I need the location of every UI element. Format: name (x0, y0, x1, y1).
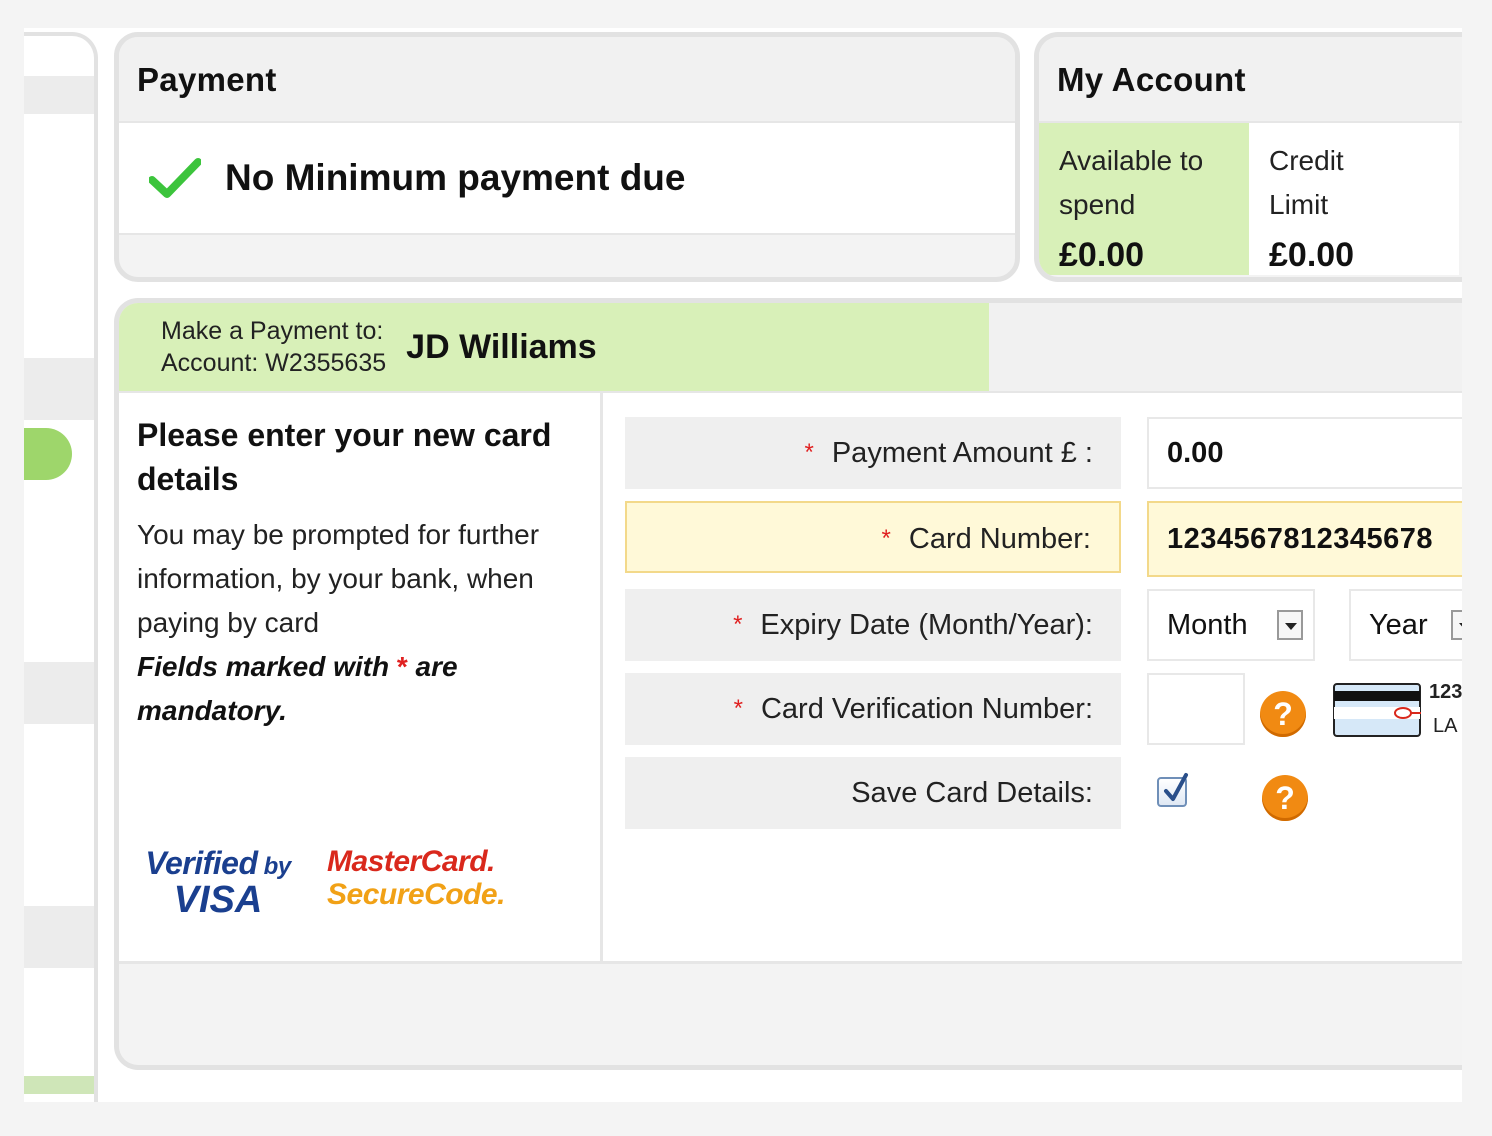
card-number-label-text: Card Number: (908, 523, 1091, 555)
required-marker: * (396, 651, 408, 682)
nav-active-pill[interactable] (24, 428, 72, 480)
mastercard-securecode-logo: MasterCard. SecureCode. (327, 845, 505, 911)
nav-footer (24, 1076, 94, 1094)
nav-band (24, 358, 94, 420)
dropdown-arrow-icon[interactable] (1277, 610, 1303, 640)
expiry-month-value: Month (1167, 608, 1248, 641)
payment-amount-label-text: Payment Amount £ : (831, 437, 1093, 469)
cvv-card-caption: LA (1433, 715, 1458, 737)
expiry-date-label-text: Expiry Date (Month/Year): (760, 609, 1093, 641)
card-details-heading: Please enter your new card details (137, 417, 552, 497)
account-number: Account: W2355635 (161, 349, 387, 377)
card-fields: * Payment Amount £ : 0.00 * Card Number: 1… (603, 393, 1462, 961)
expiry-date-label: * Expiry Date (Month/Year): (625, 589, 1121, 661)
nav-band (24, 76, 94, 114)
left-navigation-panel (24, 32, 98, 1102)
merchant-bar-filler (989, 303, 1462, 391)
merchant-labels: Make a Payment to: Account: W2355635 (161, 315, 386, 379)
payment-panel-title: Payment (119, 37, 1015, 123)
form-footer (119, 961, 1462, 1061)
payment-panel: Payment No Minimum payment due (114, 32, 1020, 282)
visa-text: VISA (173, 879, 263, 921)
cvv-label-text: Card Verification Number: (760, 693, 1093, 725)
card-form-area: Please enter your new card details You m… (119, 391, 1462, 961)
expiry-year-value: Year (1369, 608, 1428, 641)
cvv-help-icon[interactable]: ? (1260, 691, 1306, 737)
available-value: £0.00 (1059, 236, 1145, 274)
mastercard-text: MasterCard. (327, 845, 495, 878)
mandatory-prefix: Fields marked with (137, 651, 390, 682)
merchant-name: JD Williams (406, 327, 597, 366)
payment-page: Payment No Minimum payment due My Accoun… (24, 28, 1462, 1102)
merchant-info: Make a Payment to: Account: W2355635 JD … (119, 303, 989, 391)
card-number-input[interactable]: 1234567812345678 (1147, 501, 1462, 577)
dropdown-arrow-icon[interactable] (1451, 610, 1462, 640)
bank-prompt-note: You may be prompted for further informat… (137, 519, 540, 638)
cvv-input[interactable] (1147, 673, 1245, 745)
merchant-bar: Make a Payment to: Account: W2355635 JD … (119, 303, 1462, 391)
card-cvv-icon (1333, 683, 1421, 737)
make-payment-panel: Make a Payment to: Account: W2355635 JD … (114, 298, 1462, 1070)
mandatory-note: Fields marked with * are mandatory. (137, 645, 577, 733)
checkbox-checked-icon (1164, 773, 1188, 801)
cvv-card-digits: 123 (1429, 681, 1462, 703)
cvv-label: * Card Verification Number: (625, 673, 1121, 745)
nav-band (24, 906, 94, 968)
save-card-label: Save Card Details: (625, 757, 1121, 829)
make-payment-label: Make a Payment to: (161, 317, 384, 345)
expiry-month-select[interactable]: Month (1147, 589, 1315, 661)
my-account-title: My Account (1039, 37, 1462, 123)
payment-amount-input[interactable]: 0.00 (1147, 417, 1462, 489)
credit-label: Credit Limit (1269, 145, 1344, 220)
credit-value: £0.00 (1269, 236, 1355, 274)
visa-by-text: by (263, 853, 292, 880)
credit-limit: Credit Limit £0.00 (1249, 123, 1459, 275)
visa-verified-text: Verified (145, 845, 258, 881)
securecode-text: SecureCode. (327, 878, 505, 911)
account-summary: Available to spend £0.00 Credit Limit £0… (1039, 123, 1462, 275)
card-number-label: * Card Number: (625, 501, 1121, 573)
nav-band (24, 662, 94, 724)
required-marker: * (733, 695, 743, 722)
my-account-panel: My Account Available to spend £0.00 Cred… (1034, 32, 1462, 282)
save-card-checkbox[interactable] (1157, 773, 1188, 807)
available-to-spend: Available to spend £0.00 (1039, 123, 1249, 275)
available-label: Available to spend (1059, 145, 1204, 220)
expiry-year-select[interactable]: Year (1349, 589, 1462, 661)
card-instructions: Please enter your new card details You m… (119, 393, 603, 961)
verified-by-visa-logo: Verified by VISA (143, 845, 293, 921)
required-marker: * (804, 439, 814, 466)
save-card-help-icon[interactable]: ? (1262, 775, 1308, 821)
required-marker: * (733, 611, 743, 638)
payment-status-row: No Minimum payment due (119, 123, 1015, 235)
payment-status-text: No Minimum payment due (225, 157, 686, 198)
required-marker: * (881, 525, 891, 552)
payment-amount-label: * Payment Amount £ : (625, 417, 1121, 489)
checkmark-icon (149, 158, 201, 198)
